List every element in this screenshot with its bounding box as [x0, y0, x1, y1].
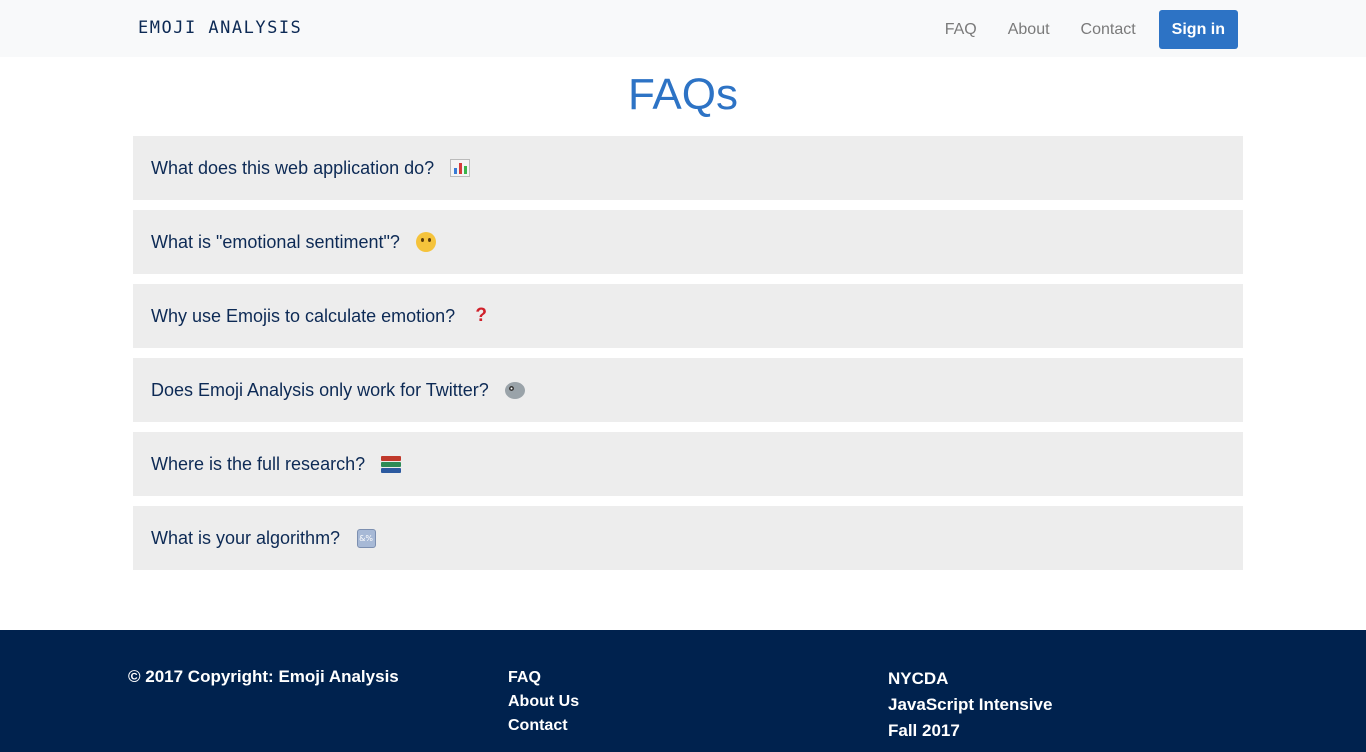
- faq-item[interactable]: Why use Emojis to calculate emotion? ?: [133, 284, 1243, 348]
- faq-question: What does this web application do?: [151, 157, 435, 178]
- nav-links: FAQ About Contact Sign in: [945, 10, 1238, 49]
- faq-item[interactable]: What does this web application do?: [133, 136, 1243, 200]
- faq-question: What is your algorithm?: [151, 527, 341, 548]
- question-mark-icon: ?: [475, 305, 487, 326]
- nav-link-faq[interactable]: FAQ: [945, 21, 977, 39]
- brand-logo[interactable]: EMOJI ANALYSIS: [138, 18, 302, 38]
- footer-info: NYCDA JavaScript Intensive Fall 2017: [888, 666, 1052, 744]
- nav-link-about[interactable]: About: [1008, 21, 1050, 39]
- books-icon: [380, 453, 402, 475]
- copyright-text: © 2017 Copyright: Emoji Analysis: [128, 667, 399, 686]
- faq-item[interactable]: What is "emotional sentiment"?: [133, 210, 1243, 274]
- bar-chart-icon: [449, 157, 471, 179]
- thinking-face-icon: [415, 231, 437, 253]
- footer-info-line: Fall 2017: [888, 721, 960, 740]
- faq-list: What does this web application do? What …: [133, 136, 1243, 580]
- footer: © 2017 Copyright: Emoji Analysis FAQ Abo…: [0, 630, 1366, 752]
- bird-icon: [504, 379, 526, 401]
- footer-links: FAQ About Us Contact: [508, 666, 579, 738]
- faq-item[interactable]: Where is the full research?: [133, 432, 1243, 496]
- footer-info-line: JavaScript Intensive: [888, 695, 1053, 714]
- sign-in-button[interactable]: Sign in: [1158, 10, 1238, 49]
- symbols-icon: &%: [355, 527, 377, 549]
- faq-question: What is "emotional sentiment"?: [151, 231, 400, 252]
- page-title: FAQs: [627, 70, 739, 119]
- footer-link-contact[interactable]: Contact: [508, 714, 579, 738]
- faq-question: Why use Emojis to calculate emotion?: [151, 305, 456, 326]
- footer-link-faq[interactable]: FAQ: [508, 666, 579, 690]
- faq-question: Where is the full research?: [151, 453, 366, 474]
- faq-item[interactable]: Does Emoji Analysis only work for Twitte…: [133, 358, 1243, 422]
- nav-link-contact[interactable]: Contact: [1081, 21, 1136, 39]
- navbar: EMOJI ANALYSIS FAQ About Contact Sign in: [0, 0, 1366, 57]
- footer-link-about-us[interactable]: About Us: [508, 690, 579, 714]
- faq-question: Does Emoji Analysis only work for Twitte…: [151, 379, 489, 400]
- footer-info-line: NYCDA: [888, 669, 949, 688]
- faq-item[interactable]: What is your algorithm? &%: [133, 506, 1243, 570]
